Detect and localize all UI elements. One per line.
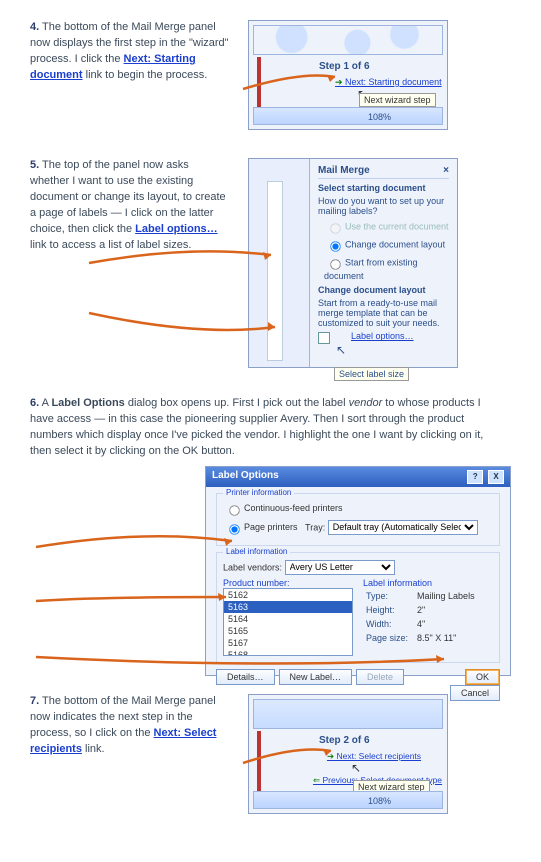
callout-arrow (36, 595, 236, 617)
screenshot-step-2-of-6: Step 2 of 6 ➔ Next: Select recipients ↖ … (248, 694, 448, 814)
step-6-text: 6. A Label Options dialog box opens up. … (30, 396, 499, 460)
step-5-text: 5. The top of the panel now asks whether… (30, 158, 230, 254)
wizard-tooltip: Next wizard step (359, 93, 436, 107)
callout-arrow (89, 309, 289, 339)
screenshot-mail-merge-panel: Mail Merge× Select starting document How… (248, 158, 458, 368)
step-6: 6. A Label Options dialog box opens up. … (30, 396, 511, 676)
step-5: 5. The top of the panel now asks whether… (30, 158, 511, 368)
step-6-num: 6. (30, 397, 39, 409)
dialog-titlebar: Label Options ? X (206, 467, 510, 487)
mail-merge-task-pane: Mail Merge× Select starting document How… (310, 159, 457, 367)
printer-information-group: Printer information Continuous-feed prin… (216, 493, 500, 546)
callout-arrow (243, 71, 343, 95)
ok-button[interactable]: OK (465, 669, 500, 685)
cancel-button[interactable]: Cancel (450, 685, 500, 701)
label-options-link[interactable]: Label options… (135, 223, 218, 235)
label-icon (318, 332, 330, 344)
list-item[interactable]: 5162 (224, 589, 352, 601)
cursor-icon: ↖ (336, 343, 449, 357)
tray-label: Tray: (305, 522, 325, 532)
step-5-num: 5. (30, 159, 39, 171)
label-information-group: Label information Label vendors: Avery U… (216, 552, 500, 663)
product-number-label: Product number: (223, 578, 353, 588)
step-7: 7. The bottom of the Mail Merge panel no… (30, 694, 511, 814)
zoom-level: 108% (368, 109, 391, 125)
section-change-layout: Change document layout (318, 285, 449, 295)
dialog-title: Label Options (212, 470, 279, 484)
zoom-level: 108% (368, 793, 391, 809)
step-4-text: 4. The bottom of the Mail Merge panel no… (30, 20, 230, 84)
radio-existing-doc[interactable]: Start from existing document (324, 255, 449, 281)
callout-arrow (243, 745, 343, 769)
label-options-panel-link[interactable]: Label options… (351, 331, 414, 341)
radio-change-layout[interactable]: Change document layout (324, 237, 449, 253)
callout-arrow (36, 533, 236, 555)
step-4: 4. The bottom of the Mail Merge panel no… (30, 20, 511, 130)
list-item[interactable]: 5167 (224, 637, 352, 649)
list-item[interactable]: 5164 (224, 613, 352, 625)
step-4-num: 4. (30, 21, 39, 33)
help-icon[interactable]: ? (467, 470, 483, 484)
radio-use-current[interactable]: Use the current document (324, 219, 449, 235)
radio-page-printers[interactable]: Page printers (223, 522, 298, 532)
label-vendors-label: Label vendors: (223, 562, 282, 572)
label-info-heading: Label information (363, 578, 493, 588)
callout-arrow (36, 651, 456, 673)
callout-arrow (89, 247, 279, 271)
status-bar (253, 107, 443, 125)
list-item[interactable]: 5163 (224, 601, 352, 613)
select-label-size-tooltip: Select label size (334, 367, 409, 381)
list-item[interactable]: 5165 (224, 625, 352, 637)
status-bar (253, 791, 443, 809)
panel-title: Mail Merge× (318, 165, 449, 179)
label-vendors-select[interactable]: Avery US Letter (285, 560, 395, 575)
step-7-num: 7. (30, 695, 39, 707)
tray-select[interactable]: Default tray (Automatically Select) (328, 520, 478, 535)
screenshot-step-1-of-6: Step 1 of 6 ➔ Next: Starting document ↖ … (248, 20, 448, 130)
label-info-table: Type:Mailing Labels Height:2" Width:4" P… (363, 588, 478, 646)
wizard-next-link[interactable]: ➔ Next: Starting document (335, 77, 442, 88)
step-7-text: 7. The bottom of the Mail Merge panel no… (30, 694, 230, 758)
product-number-list[interactable]: 5162 5163 5164 5165 5167 5168 (223, 588, 353, 656)
arrow-left-icon: ⇐ (313, 775, 322, 785)
close-icon[interactable]: × (443, 165, 449, 176)
close-icon[interactable]: X (488, 470, 504, 484)
cursor-icon: ↖ (351, 761, 361, 775)
radio-continuous-feed[interactable]: Continuous-feed printers (223, 503, 343, 513)
screenshot-label-options-dialog: Label Options ? X Printer information Co… (205, 466, 511, 676)
section-select-doc: Select starting document (318, 183, 449, 193)
